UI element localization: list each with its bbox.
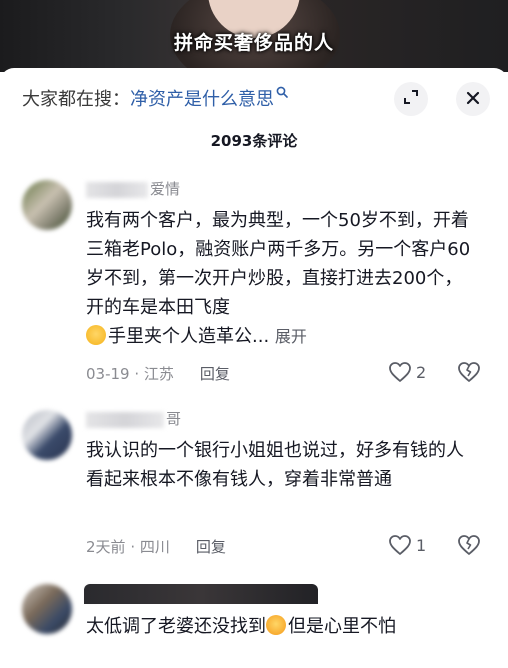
comment-username[interactable]: 爱情 (86, 178, 180, 199)
expand-link[interactable]: 展开 (275, 327, 307, 346)
expand-icon (403, 89, 419, 110)
reply-button[interactable]: 回复 (200, 363, 230, 384)
username-blur (86, 411, 164, 428)
comment-text: 我认识的一个银行小姐姐也说过，好多有钱的人看起来根本不像有钱人，穿着非常普通 (86, 440, 464, 490)
comments-sheet: 大家都在搜： 净资产是什么意思 2093条评论 爱情 我有两个客户，最为典型，一… (0, 68, 508, 668)
comment-meta: 03-19 · 江苏 回复 (86, 363, 230, 384)
video-caption: 拼命买奢侈品的人 (173, 32, 334, 54)
like-count: 2 (416, 362, 427, 382)
comment-date: 2天前 (86, 538, 126, 556)
avatar[interactable] (22, 180, 72, 230)
like-button[interactable]: 1 (388, 534, 426, 556)
trending-search-link[interactable]: 净资产是什么意思 (130, 85, 274, 111)
comments-count: 2093条评论 (210, 132, 298, 150)
emoji-icon (86, 325, 106, 345)
like-count: 1 (416, 535, 427, 555)
comment-image-thumbnail[interactable] (84, 584, 318, 604)
dislike-button[interactable] (457, 534, 481, 556)
comment-text: 太低调了老婆还没找到 但是心里不怕 (86, 615, 396, 637)
comment-text: 我有两个客户，最为典型，一个50岁不到，开着三箱老Polo，融资账户两千多万。另… (86, 210, 471, 347)
comment-location: 四川 (139, 538, 170, 556)
reply-button[interactable]: 回复 (196, 536, 226, 557)
trending-search[interactable]: 大家都在搜： 净资产是什么意思 (22, 84, 288, 112)
dislike-button[interactable] (457, 361, 481, 383)
search-icon (276, 86, 288, 102)
heart-icon (388, 534, 412, 556)
avatar[interactable] (22, 584, 72, 634)
comment-date: 03-19 (86, 364, 130, 383)
comment-location: 江苏 (143, 365, 174, 383)
avatar[interactable] (22, 410, 72, 460)
comment-username[interactable]: 哥 (86, 408, 181, 429)
username-blur (86, 181, 148, 198)
heart-icon (388, 361, 412, 383)
broken-heart-icon (457, 361, 481, 383)
close-button[interactable] (456, 82, 490, 116)
like-button[interactable]: 2 (388, 361, 426, 383)
trending-search-prefix: 大家都在搜： (22, 89, 130, 110)
comment-meta: 2天前 · 四川 回复 (86, 536, 226, 557)
close-icon (466, 89, 480, 110)
emoji-icon (266, 615, 286, 635)
video-preview[interactable]: 拼命买奢侈品的人 (0, 0, 508, 72)
broken-heart-icon (457, 534, 481, 556)
expand-button[interactable] (394, 82, 428, 116)
